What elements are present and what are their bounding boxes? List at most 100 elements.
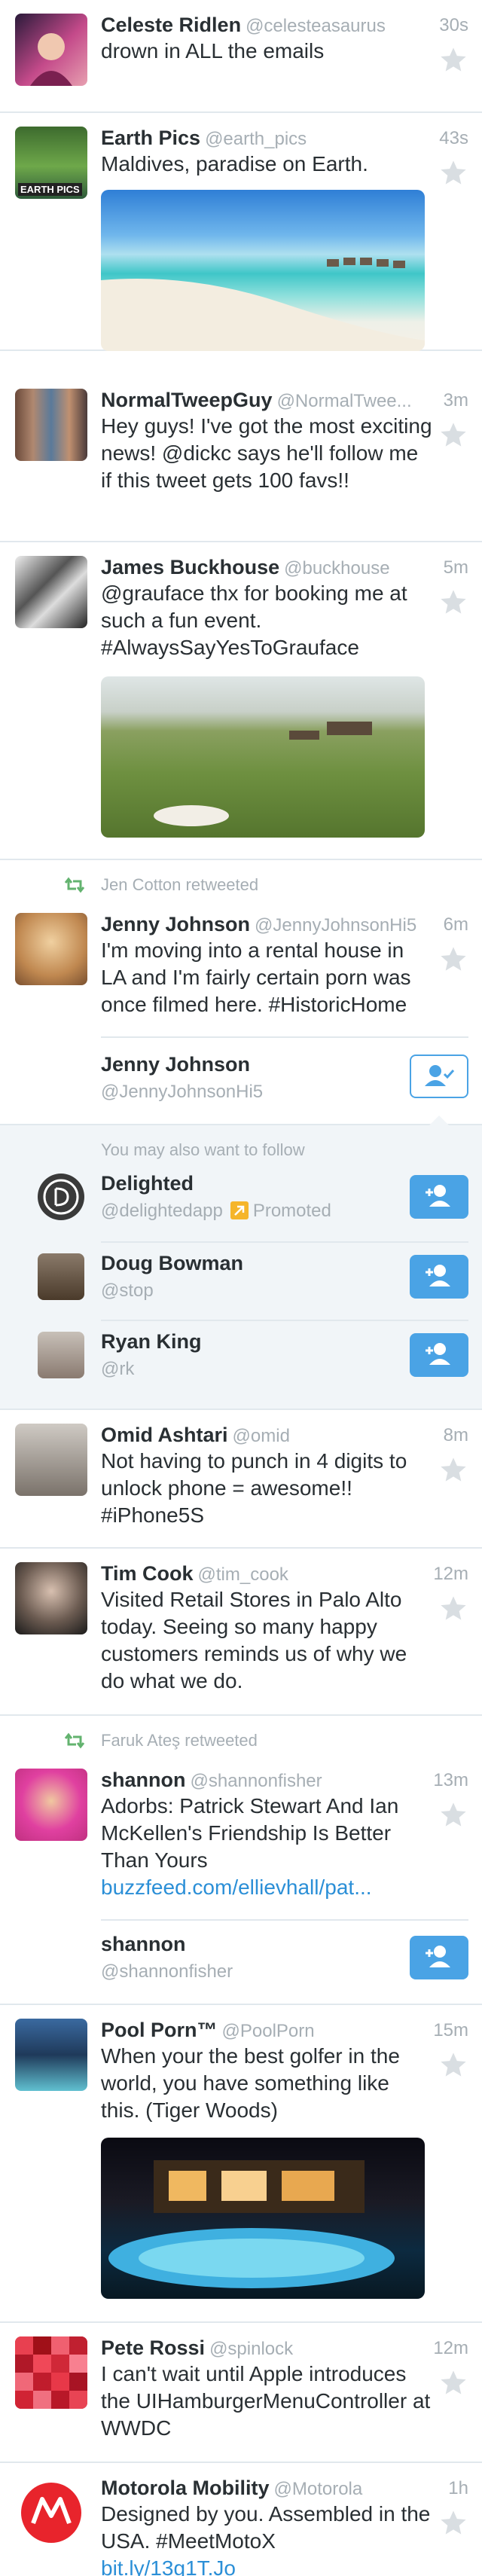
favorite-star-icon[interactable] — [438, 45, 468, 75]
avatar[interactable] — [15, 1424, 87, 1496]
tweet[interactable]: James Buckhouse @buckhouse 5m @grauface t… — [0, 542, 482, 860]
avatar[interactable] — [15, 2336, 87, 2409]
tweet-handle[interactable]: @omid — [233, 1426, 290, 1446]
promoted-icon — [230, 1201, 249, 1219]
favorite-star-icon[interactable] — [438, 1455, 468, 1485]
tweet-photo[interactable] — [101, 676, 425, 838]
tweet-handle[interactable]: @tim_cook — [198, 1564, 288, 1585]
tweet-link[interactable]: bit.ly/13g1T.Jo — [101, 2556, 236, 2576]
golf-course-illustration — [154, 722, 372, 826]
pool-house-illustration — [108, 2160, 395, 2288]
tweet[interactable]: Celeste Ridlen @celesteasaurus 30s drown … — [0, 0, 482, 113]
divider — [101, 1241, 468, 1243]
suggested-user-handle[interactable]: @stop — [101, 1280, 154, 1302]
tweet[interactable]: Jen Cotton retweeted Jenny Johnson @Jenny… — [0, 860, 482, 1125]
tweet[interactable]: Pool Porn™ @PoolPorn 15m When your the be… — [0, 2005, 482, 2323]
tweet-author[interactable]: Pool Porn™ @PoolPorn — [101, 2019, 315, 2042]
avatar[interactable] — [15, 2477, 87, 2549]
favorite-star-icon[interactable] — [438, 420, 468, 450]
follow-button[interactable] — [410, 1936, 468, 1979]
tweet[interactable]: Faruk Ateş retweeted shannon @shannonfish… — [0, 1716, 482, 2005]
tweet-handle[interactable]: @buckhouse — [284, 558, 389, 578]
tweet-handle[interactable]: @JennyJohnsonHi5 — [255, 915, 416, 935]
tweet-text: I'm moving into a rental house in LA and… — [101, 939, 411, 1016]
suggested-user-name[interactable]: Delighted — [101, 1172, 194, 1195]
tweet[interactable]: Pete Rossi @spinlock 12m I can't wait unt… — [0, 2323, 482, 2463]
tweet-author[interactable]: James Buckhouse @buckhouse — [101, 556, 390, 579]
avatar[interactable]: EARTH PICS — [15, 127, 87, 199]
favorite-star-icon[interactable] — [438, 2050, 468, 2080]
follow-button[interactable] — [410, 1255, 468, 1299]
tweet-author[interactable]: NormalTweepGuy @NormalTwee... — [101, 389, 412, 412]
favorite-star-icon[interactable] — [438, 158, 468, 188]
tweet-photo[interactable] — [101, 2138, 425, 2299]
avatar[interactable] — [15, 2019, 87, 2091]
favorite-star-icon[interactable] — [438, 2368, 468, 2398]
retweeted-by[interactable]: Faruk Ateş retweeted — [101, 1731, 258, 1750]
suggested-user-handle[interactable]: @delightedapp Promoted — [101, 1201, 331, 1222]
tweet-author[interactable]: Tim Cook @tim_cook — [101, 1562, 288, 1586]
user-card-name[interactable]: Jenny Johnson — [101, 1053, 250, 1076]
tweet-time: 6m — [443, 914, 468, 935]
tweet-photo[interactable] — [101, 190, 425, 351]
user-card-name[interactable]: shannon — [101, 1933, 186, 1956]
following-button[interactable] — [410, 1055, 468, 1098]
tweet-handle[interactable]: @shannonfisher — [191, 1771, 322, 1791]
beach-illustration — [101, 258, 425, 351]
divider — [101, 1919, 468, 1921]
tweet[interactable]: NormalTweepGuy @NormalTwee... 3m Hey guys… — [0, 375, 482, 542]
divider — [101, 1320, 468, 1321]
tweet-author[interactable]: Jenny Johnson @JennyJohnsonHi5 — [101, 913, 416, 936]
pixel-avatar — [15, 2336, 87, 2409]
tweet-handle[interactable]: @celesteasaurus — [246, 16, 386, 36]
tweet-text: Designed by you. Assembled in the USA. #… — [101, 2501, 432, 2576]
tweet[interactable]: Omid Ashtari @omid 8m Not having to punch… — [0, 1409, 482, 1549]
tweet-author[interactable]: Omid Ashtari @omid — [101, 1424, 290, 1447]
tweet-author[interactable]: Earth Pics @earth_pics — [101, 127, 307, 150]
suggested-user-name[interactable]: Ryan King — [101, 1330, 202, 1354]
who-to-follow-module: You may also want to follow Delighted @d… — [0, 1116, 482, 1409]
suggested-user-name[interactable]: Doug Bowman — [101, 1252, 243, 1275]
suggested-user-handle[interactable]: @rk — [101, 1359, 134, 1380]
avatar[interactable] — [15, 1562, 87, 1634]
tweet-handle[interactable]: @PoolPorn — [222, 2021, 315, 2041]
favorite-star-icon[interactable] — [438, 588, 468, 618]
avatar[interactable] — [15, 389, 87, 461]
tweet-time: 5m — [443, 557, 468, 578]
user-card-handle[interactable]: @shannonfisher — [101, 1961, 233, 1982]
tweet-author[interactable]: Motorola Mobility @Motorola — [101, 2477, 362, 2500]
tweet-handle[interactable]: @NormalTwee... — [277, 391, 412, 411]
follow-button[interactable] — [410, 1175, 468, 1219]
favorite-star-icon[interactable] — [438, 1800, 468, 1830]
delighted-logo-icon — [43, 1179, 79, 1215]
follow-button[interactable] — [410, 1333, 468, 1377]
tweet-link[interactable]: buzzfeed.com/ellievhall/pat... — [101, 1876, 372, 1899]
tweet-author[interactable]: Celeste Ridlen @celesteasaurus — [101, 14, 386, 37]
favorite-star-icon[interactable] — [438, 1594, 468, 1624]
avatar[interactable] — [38, 1174, 84, 1220]
avatar[interactable] — [38, 1332, 84, 1378]
tweet-handle[interactable]: @spinlock — [209, 2339, 293, 2359]
tweet-author[interactable]: Pete Rossi @spinlock — [101, 2336, 293, 2360]
tweet[interactable]: EARTH PICS Earth Pics @earth_pics 43s Mal… — [0, 113, 482, 351]
tweet-time: 1h — [448, 2478, 468, 2498]
tweet[interactable]: Tim Cook @tim_cook 12m Visited Retail Sto… — [0, 1549, 482, 1716]
tweet-handle[interactable]: @Motorola — [273, 2479, 362, 2499]
tweet-author[interactable]: shannon @shannonfisher — [101, 1769, 322, 1792]
user-card-handle[interactable]: @JennyJohnsonHi5 — [101, 1082, 263, 1103]
retweeted-by[interactable]: Jen Cotton retweeted — [101, 875, 258, 895]
avatar[interactable] — [15, 913, 87, 985]
add-user-icon — [426, 1343, 450, 1365]
avatar[interactable] — [38, 1253, 84, 1300]
avatar[interactable] — [15, 14, 87, 86]
add-user-icon — [426, 1946, 450, 1967]
add-user-icon — [426, 1265, 450, 1286]
avatar[interactable] — [15, 556, 87, 628]
avatar[interactable] — [15, 1769, 87, 1841]
favorite-star-icon[interactable] — [438, 2508, 468, 2538]
tweet-time: 15m — [433, 2020, 468, 2040]
tweet-text: I can't wait until Apple introduces the … — [101, 2362, 431, 2440]
tweet[interactable]: Motorola Mobility @Motorola 1h Designed b… — [0, 2463, 482, 2576]
tweet-handle[interactable]: @earth_pics — [205, 129, 307, 149]
favorite-star-icon[interactable] — [438, 945, 468, 975]
